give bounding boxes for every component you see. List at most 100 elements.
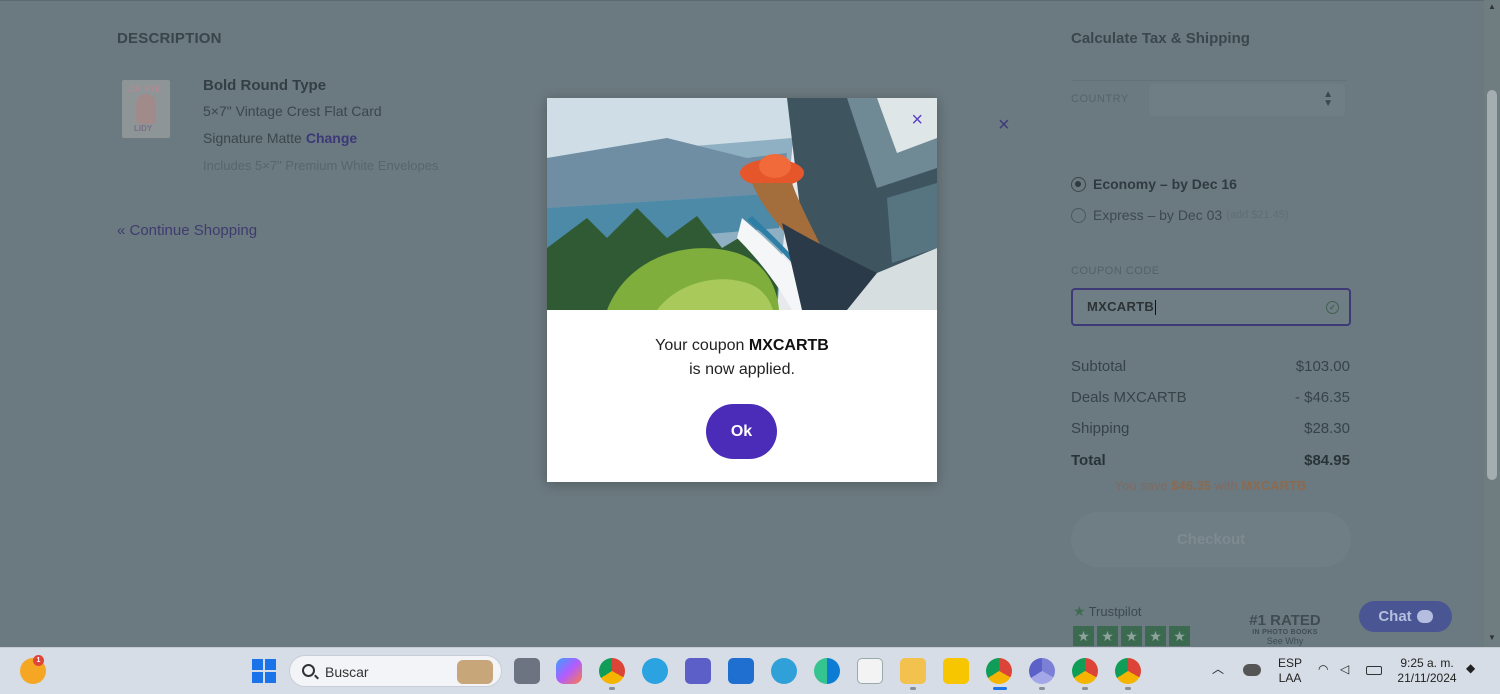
savings-prefix: You save xyxy=(1114,478,1168,493)
thumbnail-bell-graphic xyxy=(136,94,156,124)
rated-see-link[interactable]: See Why xyxy=(1225,636,1345,646)
summary-value: $28.30 xyxy=(1304,420,1350,437)
store-icon[interactable] xyxy=(857,658,883,684)
running-indicator xyxy=(1125,687,1131,690)
language-top: ESP xyxy=(1277,656,1302,670)
savings-line: You save $46.35 with MXCARTB xyxy=(1071,478,1350,493)
trustpilot-widget[interactable]: ★ Trustpilot ★ ★ ★ ★ ★ xyxy=(1073,603,1193,646)
trustpilot-stars: ★ ★ ★ ★ ★ xyxy=(1073,626,1193,646)
active-indicator xyxy=(993,687,1007,690)
tax-shipping-title: Calculate Tax & Shipping xyxy=(1071,30,1250,47)
modal-message: Your coupon MXCARTB is now applied. xyxy=(547,334,937,382)
rated-big-text: #1 RATED xyxy=(1249,612,1321,629)
summary-row-total: Total $84.95 xyxy=(1071,452,1350,469)
top-divider xyxy=(0,0,1484,1)
chrome-icon[interactable] xyxy=(599,658,625,684)
task-view-icon[interactable] xyxy=(514,658,540,684)
chrome-profile-icon[interactable] xyxy=(1029,658,1055,684)
text-caret xyxy=(1155,300,1157,316)
scroll-up-arrow-icon[interactable]: ▲ xyxy=(1488,2,1496,11)
onedrive-icon[interactable] xyxy=(1243,664,1261,676)
rated-small-text: IN PHOTO BOOKS xyxy=(1252,629,1318,636)
windows-taskbar: 1 Buscar ︿ ESP LAA ◠ ◁ 9:25 a. m. 21/11/… xyxy=(0,647,1500,694)
radio-unselected-icon[interactable] xyxy=(1071,207,1086,223)
summary-label: Subtotal xyxy=(1071,358,1127,375)
coupon-value: MXCARTB xyxy=(1087,299,1155,314)
summary-row-deals: Deals MXCARTB - $46.35 xyxy=(1071,389,1350,406)
app-pin-icon[interactable] xyxy=(943,658,969,684)
volume-icon[interactable]: ◁ xyxy=(1340,662,1349,677)
copilot-icon[interactable] xyxy=(556,658,582,684)
app-three-icon[interactable] xyxy=(728,658,754,684)
product-envelopes: Includes 5×7" Premium White Envelopes xyxy=(203,158,439,173)
weather-badge: 1 xyxy=(33,655,44,666)
shipping-option-express[interactable]: Express – by Dec 03 (add $21.45) xyxy=(1071,207,1289,223)
savings-code: MXCARTB xyxy=(1241,478,1307,493)
wifi-icon[interactable]: ◠ xyxy=(1318,662,1328,677)
country-select[interactable]: ▲ ▼ xyxy=(1149,84,1345,116)
radio-selected-icon[interactable] xyxy=(1071,176,1086,192)
running-indicator xyxy=(609,687,615,690)
chrome-profile-icon[interactable] xyxy=(986,658,1012,684)
shipping-option-economy[interactable]: Economy – by Dec 16 xyxy=(1071,176,1237,192)
description-heading: DESCRIPTION xyxy=(117,30,222,47)
product-paper-line: Signature Matte Change xyxy=(203,130,357,146)
check-circle-icon: ✓ xyxy=(1326,301,1339,314)
product-paper: Signature Matte xyxy=(203,130,302,146)
search-placeholder: Buscar xyxy=(325,664,369,680)
checkout-button[interactable]: Checkout xyxy=(1071,512,1351,567)
product-thumbnail[interactable]: JA PIE LIDY xyxy=(122,80,170,138)
battery-icon[interactable] xyxy=(1366,666,1382,675)
running-indicator xyxy=(910,687,916,690)
star-icon: ★ xyxy=(1097,626,1118,646)
telegram-icon[interactable] xyxy=(642,658,668,684)
change-link[interactable]: Change xyxy=(306,130,357,146)
savings-amount: $46.35 xyxy=(1171,478,1212,493)
rated-badge: #1 RATED IN PHOTO BOOKS See Why xyxy=(1225,612,1345,646)
chrome-profile-icon[interactable] xyxy=(1072,658,1098,684)
app-question-icon[interactable] xyxy=(771,658,797,684)
chat-bubble-icon xyxy=(1416,610,1433,623)
shipping-option-note: (add $21.45) xyxy=(1226,209,1289,221)
summary-value: - $46.35 xyxy=(1294,389,1350,406)
running-indicator xyxy=(1082,687,1088,690)
message-coupon-code: MXCARTB xyxy=(748,337,829,354)
star-icon: ★ xyxy=(1073,626,1094,646)
edge-icon[interactable] xyxy=(814,658,840,684)
country-row: COUNTRY ▲ ▼ xyxy=(1071,80,1347,118)
clock[interactable]: 9:25 a. m. 21/11/2024 xyxy=(1392,656,1462,686)
chrome-profile-icon[interactable] xyxy=(1115,658,1141,684)
continue-shopping-link[interactable]: « Continue Shopping xyxy=(117,222,257,239)
trustpilot-label: Trustpilot xyxy=(1088,604,1142,619)
chat-button[interactable]: Chat xyxy=(1359,601,1452,632)
file-explorer-icon[interactable] xyxy=(900,658,926,684)
star-icon: ★ xyxy=(1145,626,1166,646)
teams-icon[interactable] xyxy=(685,658,711,684)
message-prefix: Your coupon xyxy=(655,337,745,354)
clock-time: 9:25 a. m. xyxy=(1400,656,1454,670)
vertical-scrollbar[interactable]: ▲ ▼ xyxy=(1484,0,1500,647)
ok-button[interactable]: Ok xyxy=(706,404,777,459)
coupon-input[interactable]: MXCARTB ✓ xyxy=(1071,288,1351,326)
select-arrows-icon: ▲ ▼ xyxy=(1323,89,1333,109)
modal-close-icon[interactable]: × xyxy=(911,110,923,130)
scroll-thumb[interactable] xyxy=(1487,90,1497,480)
trustpilot-name: ★ Trustpilot xyxy=(1073,603,1193,620)
taskbar-search[interactable]: Buscar xyxy=(289,655,502,687)
thumbnail-text-top: JA PIE xyxy=(128,84,163,94)
coupon-label: COUPON CODE xyxy=(1071,265,1160,277)
running-indicator xyxy=(1039,687,1045,690)
coupon-applied-modal: × Your coupon MXCARTB is now applied. Ok xyxy=(547,98,937,482)
total-value: $84.95 xyxy=(1304,452,1350,469)
star-icon: ★ xyxy=(1169,626,1190,646)
language-indicator[interactable]: ESP LAA xyxy=(1276,656,1304,686)
product-name: Bold Round Type xyxy=(203,77,327,94)
scroll-down-arrow-icon[interactable]: ▼ xyxy=(1488,633,1496,642)
clock-date: 21/11/2024 xyxy=(1397,671,1457,685)
star-icon: ★ xyxy=(1121,626,1142,646)
remove-item-icon[interactable]: × xyxy=(998,115,1010,135)
shipping-option-label: Express – by Dec 03 xyxy=(1093,207,1223,223)
tray-chevron-up-icon[interactable]: ︿ xyxy=(1212,662,1224,677)
windows-start-icon[interactable] xyxy=(251,658,277,684)
notifications-bell-icon[interactable]: ◆ xyxy=(1466,661,1475,676)
